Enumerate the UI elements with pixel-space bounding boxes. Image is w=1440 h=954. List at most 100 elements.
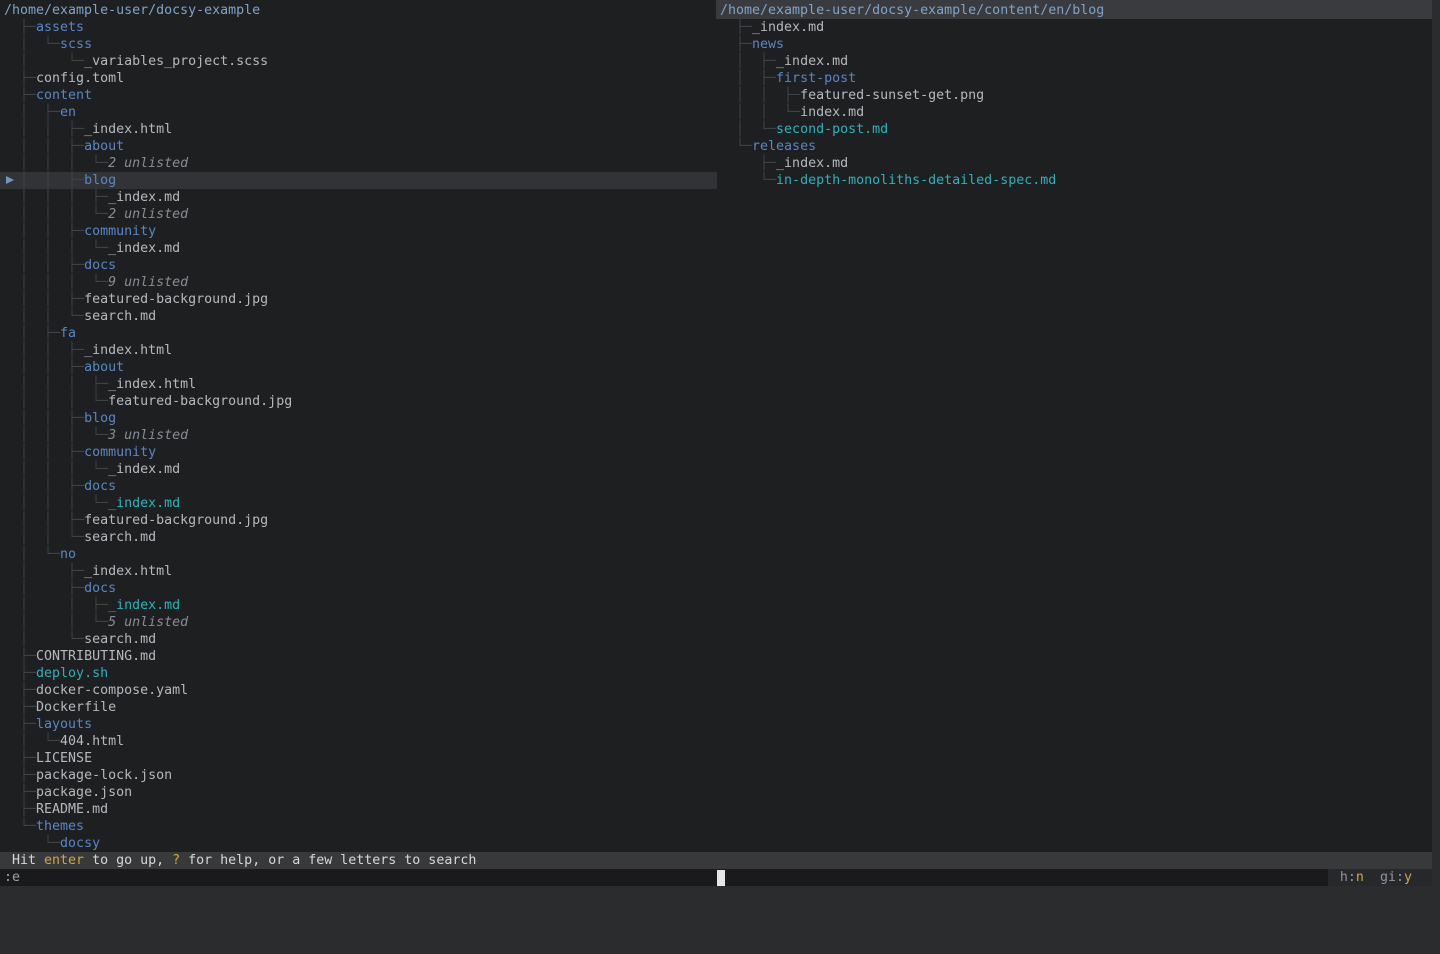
dir-name: blog xyxy=(84,411,116,426)
tree-row-en[interactable]: │ ├─en xyxy=(0,104,717,121)
tree-row-in-depth-monoliths-detailed-spec.md[interactable]: └─in-depth-monoliths-detailed-spec.md xyxy=(716,172,1432,189)
tree-branch-lines: │ ├─ xyxy=(4,581,84,596)
tree-row-docs[interactable]: │ │ ├─docs xyxy=(0,478,717,495)
tree-row-blog[interactable]: │ │ ├─blog xyxy=(0,172,717,189)
tree-row-package-lock.json[interactable]: ├─package-lock.json xyxy=(0,767,717,784)
file-name: search.md xyxy=(84,632,156,647)
dir-name: docs xyxy=(84,258,116,273)
tree-branch-lines: ├─ xyxy=(4,683,36,698)
tree-branch-lines: │ ├─ xyxy=(720,71,776,86)
left-panel-header: /home/example-user/docsy-example xyxy=(0,0,717,19)
tree-row-_index.md[interactable]: │ │ │ ├─_index.md xyxy=(0,189,717,206)
tree-row-themes[interactable]: └─themes xyxy=(0,818,717,835)
tree-branch-lines: │ └─ xyxy=(720,122,776,137)
file-name: _index.html xyxy=(84,122,172,137)
tree-row-_index.html[interactable]: │ │ ├─_index.html xyxy=(0,342,717,359)
tree-row-featured-background.jpg[interactable]: │ │ ├─featured-background.jpg xyxy=(0,291,717,308)
tree-row-_index.md[interactable]: │ │ │ └─_index.md xyxy=(0,461,717,478)
file-name: 404.html xyxy=(60,734,124,749)
tree-row-search.md[interactable]: │ │ └─search.md xyxy=(0,529,717,546)
tree-row-_index.html[interactable]: │ ├─_index.html xyxy=(0,563,717,580)
file-name: _variables_project.scss xyxy=(84,54,268,69)
tree-row-_index.html[interactable]: │ │ │ ├─_index.html xyxy=(0,376,717,393)
flag-value: n xyxy=(1356,870,1364,885)
file-name: _index.md xyxy=(776,156,848,171)
tree-row-content[interactable]: ├─content xyxy=(0,87,717,104)
tree-row-_variables_project.scss[interactable]: │ └─_variables_project.scss xyxy=(0,53,717,70)
tree-branch-lines: │ │ └─ xyxy=(4,530,84,545)
file-name: _index.html xyxy=(108,377,196,392)
file-name: README.md xyxy=(36,802,108,817)
tree-row-releases[interactable]: └─releases xyxy=(716,138,1432,155)
tree-branch-lines: │ │ └─ xyxy=(4,615,108,630)
tree-branch-lines: └─ xyxy=(720,173,776,188)
tree-row-_index.md[interactable]: │ │ │ └─_index.md xyxy=(0,495,717,512)
dir-name: layouts xyxy=(36,717,92,732)
input-bar[interactable]: :e h:n gi:y xyxy=(0,869,1432,886)
tree-row-_index.md[interactable]: │ │ │ └─_index.md xyxy=(0,240,717,257)
dir-name: community xyxy=(84,224,156,239)
tree-row-LICENSE[interactable]: ├─LICENSE xyxy=(0,750,717,767)
tree-branch-lines: │ └─ xyxy=(4,54,84,69)
tree-branch-lines: │ │ ├─ xyxy=(4,139,84,154)
dir-name: docs xyxy=(84,581,116,596)
tree-row-fa[interactable]: │ ├─fa xyxy=(0,325,717,342)
unlisted-count: 3 unlisted xyxy=(108,428,188,443)
dir-name: news xyxy=(752,37,784,52)
status-text: to go up, xyxy=(84,853,172,868)
tree-row-second-post.md[interactable]: │ └─second-post.md xyxy=(716,121,1432,138)
tree-row-_index.md[interactable]: ├─_index.md xyxy=(716,155,1432,172)
tree-row-deploy.sh[interactable]: ├─deploy.sh xyxy=(0,665,717,682)
tree-row-docsy[interactable]: └─docsy xyxy=(0,835,717,852)
file-name: featured-sunset-get.png xyxy=(800,88,984,103)
tree-row-config.toml[interactable]: ├─config.toml xyxy=(0,70,717,87)
tree-row-unlisted: │ │ │ └─3 unlisted xyxy=(0,427,717,444)
tree-row-_index.md[interactable]: ├─_index.md xyxy=(716,19,1432,36)
tree-row-_index.md[interactable]: │ ├─_index.md xyxy=(716,53,1432,70)
tree-row-docs[interactable]: │ ├─docs xyxy=(0,580,717,597)
tree-branch-lines: │ │ ├─ xyxy=(4,122,84,137)
tree-row-scss[interactable]: │ └─scss xyxy=(0,36,717,53)
tree-row-community[interactable]: │ │ ├─community xyxy=(0,444,717,461)
right-panel-path: /home/example-user/docsy-example/content… xyxy=(720,2,1104,19)
tree-branch-lines: ├─ xyxy=(4,768,36,783)
tree-branch-lines: │ │ │ └─ xyxy=(4,462,108,477)
tree-row-no[interactable]: │ └─no xyxy=(0,546,717,563)
tree-row-docs[interactable]: │ │ ├─docs xyxy=(0,257,717,274)
tree-branch-lines: │ │ │ └─ xyxy=(4,241,108,256)
tree-row-featured-sunset-get.png[interactable]: │ │ ├─featured-sunset-get.png xyxy=(716,87,1432,104)
tree-row-about[interactable]: │ │ ├─about xyxy=(0,138,717,155)
tree-row-first-post[interactable]: │ ├─first-post xyxy=(716,70,1432,87)
tree-row-search.md[interactable]: │ └─search.md xyxy=(0,631,717,648)
tree-branch-lines: │ │ │ └─ xyxy=(4,394,108,409)
command-input-value[interactable]: :e xyxy=(4,869,20,886)
tree-row-search.md[interactable]: │ │ └─search.md xyxy=(0,308,717,325)
file-name: docker-compose.yaml xyxy=(36,683,188,698)
tree-row-unlisted: │ │ │ └─2 unlisted xyxy=(0,155,717,172)
file-name: deploy.sh xyxy=(36,666,108,681)
tree-row-about[interactable]: │ │ ├─about xyxy=(0,359,717,376)
tree-row-CONTRIBUTING.md[interactable]: ├─CONTRIBUTING.md xyxy=(0,648,717,665)
dir-name: about xyxy=(84,139,124,154)
tree-row-Dockerfile[interactable]: ├─Dockerfile xyxy=(0,699,717,716)
dir-name: blog xyxy=(84,173,116,188)
tree-row-community[interactable]: │ │ ├─community xyxy=(0,223,717,240)
tree-row-featured-background.jpg[interactable]: │ │ ├─featured-background.jpg xyxy=(0,512,717,529)
tree-row-assets[interactable]: ├─assets xyxy=(0,19,717,36)
tree-row-package.json[interactable]: ├─package.json xyxy=(0,784,717,801)
tree-row-404.html[interactable]: │ └─404.html xyxy=(0,733,717,750)
tree-row-featured-background.jpg[interactable]: │ │ │ └─featured-background.jpg xyxy=(0,393,717,410)
tree-row-news[interactable]: ├─news xyxy=(716,36,1432,53)
tree-row-README.md[interactable]: ├─README.md xyxy=(0,801,717,818)
tree-row-_index.html[interactable]: │ │ ├─_index.html xyxy=(0,121,717,138)
flag-value: y xyxy=(1404,870,1412,885)
file-name: featured-background.jpg xyxy=(84,292,268,307)
tree-row-blog[interactable]: │ │ ├─blog xyxy=(0,410,717,427)
dir-name: about xyxy=(84,360,124,375)
tree-row-layouts[interactable]: ├─layouts xyxy=(0,716,717,733)
tree-row-_index.md[interactable]: │ │ ├─_index.md xyxy=(0,597,717,614)
tree-row-index.md[interactable]: │ │ └─index.md xyxy=(716,104,1432,121)
tree-branch-lines: ├─ xyxy=(4,802,36,817)
file-name: featured-background.jpg xyxy=(84,513,268,528)
tree-row-docker-compose.yaml[interactable]: ├─docker-compose.yaml xyxy=(0,682,717,699)
